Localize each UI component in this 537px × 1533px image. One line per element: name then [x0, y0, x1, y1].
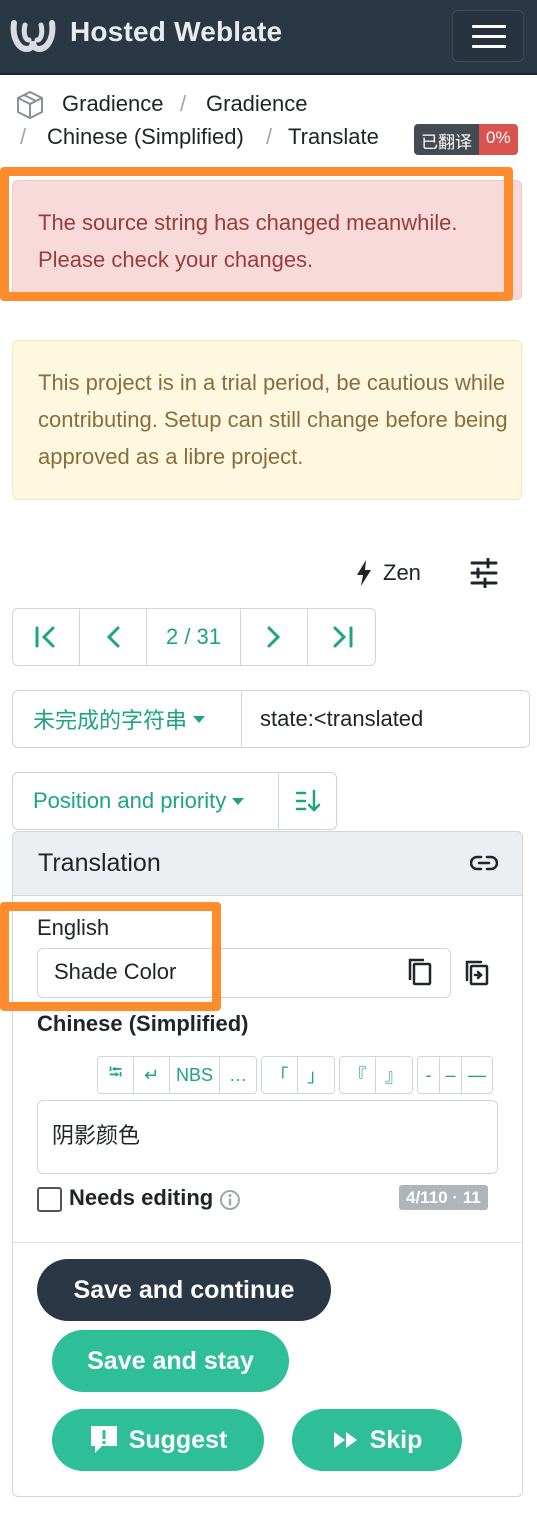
length-counter-badge: 4/110 · 11 [399, 1185, 488, 1210]
translation-card-header: Translation [13, 832, 522, 896]
brand-name[interactable]: Hosted Weblate [70, 16, 282, 48]
chevron-left-icon [106, 626, 120, 648]
insert-corner-bracket-open-button[interactable]: 「 [262, 1057, 299, 1093]
suggest-bubble-icon [90, 1426, 117, 1453]
filter-dropdown-label: 未完成的字符串 [33, 708, 188, 733]
highlight-box-alert [0, 167, 513, 301]
first-page-icon [35, 626, 55, 648]
insert-ellipsis-button[interactable]: … [220, 1057, 256, 1093]
special-chars-toolbar: ⭾ ↵ NBS … 「 」 『 』 - – — [97, 1056, 494, 1094]
insert-nbsp-button[interactable]: NBS [170, 1057, 221, 1093]
needs-editing-checkbox[interactable] [37, 1187, 62, 1212]
save-and-continue-button[interactable]: Save and continue [37, 1259, 331, 1321]
save-and-continue-label: Save and continue [73, 1275, 295, 1304]
sort-row: Position and priority [12, 772, 337, 830]
target-language-label: Chinese (Simplified) [37, 1011, 249, 1036]
translated-badge-label: 已翻译 [414, 124, 479, 155]
insert-white-corner-bracket-close-button[interactable]: 』 [376, 1057, 412, 1093]
trial-period-alert-text: This project is in a trial period, be ca… [38, 370, 508, 469]
breadcrumb-language[interactable]: Chinese (Simplified) [47, 124, 244, 150]
sort-direction-icon [295, 789, 320, 812]
previous-button[interactable] [80, 609, 147, 665]
special-chars-group: - – — [417, 1056, 494, 1094]
insert-newline-button[interactable]: ↵ [134, 1057, 170, 1093]
fast-forward-icon [333, 1432, 357, 1448]
save-and-stay-label: Save and stay [87, 1346, 254, 1375]
menu-toggle-button[interactable] [452, 10, 524, 62]
sort-dropdown[interactable]: Position and priority [12, 772, 279, 830]
pager: 2 / 31 [12, 608, 376, 666]
project-cube-icon [17, 90, 43, 120]
translation-text: 阴影颜色 [52, 1123, 141, 1148]
filter-row: 未完成的字符串 state:<translated [12, 690, 530, 748]
first-button[interactable] [13, 609, 80, 665]
skip-label: Skip [369, 1425, 423, 1454]
link-icon[interactable] [470, 852, 498, 874]
sort-dropdown-label: Position and priority [33, 788, 227, 813]
highlight-box-source [0, 902, 221, 1011]
skip-button[interactable]: Skip [292, 1409, 462, 1471]
hamburger-icon-bar [472, 45, 506, 48]
caret-down-icon [193, 715, 206, 723]
weblate-logo-icon[interactable] [10, 13, 56, 55]
zen-mode-link[interactable]: Zen [355, 558, 421, 588]
translated-badge-percent: 0% [479, 124, 518, 155]
copy-icon[interactable] [406, 956, 434, 988]
breadcrumb-translate[interactable]: Translate [288, 124, 379, 150]
navbar: Hosted Weblate [0, 0, 537, 75]
last-button[interactable] [308, 609, 375, 665]
lightning-icon [357, 560, 371, 586]
last-page-icon [333, 626, 352, 648]
caret-down-icon [232, 797, 245, 805]
sort-direction-button[interactable] [279, 772, 337, 830]
chevron-right-icon [267, 626, 281, 648]
divider [13, 1242, 522, 1243]
sliders-icon[interactable] [468, 558, 500, 588]
insert-tab-button[interactable]: ⭾ [98, 1057, 134, 1093]
special-chars-group: 『 』 [339, 1056, 414, 1094]
filter-dropdown[interactable]: 未完成的字符串 [12, 690, 242, 748]
translation-card-title: Translation [38, 849, 161, 877]
breadcrumb-separator: / [266, 124, 273, 149]
translated-badge: 已翻译 0% [414, 124, 518, 155]
breadcrumb-component[interactable]: Gradience [206, 91, 308, 117]
insert-hyphen-button[interactable]: - [418, 1057, 441, 1093]
insert-en-dash-button[interactable]: – [440, 1057, 463, 1093]
pager-position: 2 / 31 [147, 609, 241, 665]
suggest-label: Suggest [128, 1425, 228, 1454]
breadcrumb-separator: / [20, 124, 27, 149]
hamburger-icon-bar [472, 35, 506, 38]
breadcrumb-separator: / [180, 91, 187, 116]
suggest-button[interactable]: Suggest [52, 1409, 264, 1471]
insert-em-dash-button[interactable]: — [462, 1057, 492, 1093]
hamburger-icon [472, 25, 506, 28]
breadcrumb-project[interactable]: Gradience [62, 91, 164, 117]
info-icon[interactable] [219, 1189, 241, 1211]
insert-corner-bracket-close-button[interactable]: 」 [298, 1057, 334, 1093]
clone-source-icon[interactable] [463, 956, 491, 988]
zen-label: Zen [383, 560, 421, 585]
next-button[interactable] [241, 609, 308, 665]
save-and-stay-button[interactable]: Save and stay [52, 1330, 289, 1392]
special-chars-group: ⭾ ↵ NBS … [97, 1056, 258, 1094]
search-query-input[interactable]: state:<translated [242, 690, 530, 748]
needs-editing-label[interactable]: Needs editing [69, 1185, 213, 1211]
insert-white-corner-bracket-open-button[interactable]: 『 [340, 1057, 377, 1093]
special-chars-group: 「 」 [261, 1056, 336, 1094]
